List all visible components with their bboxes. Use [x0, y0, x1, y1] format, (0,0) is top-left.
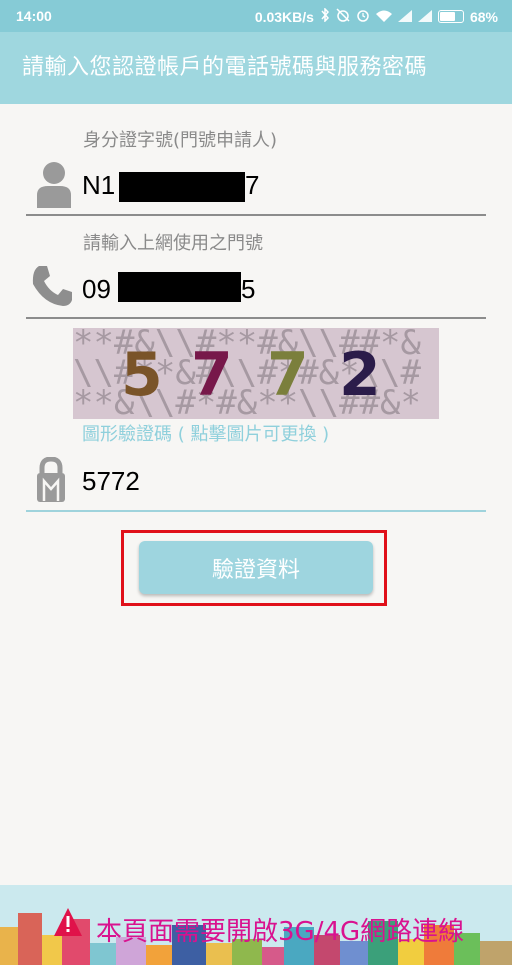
captcha-image[interactable]: **#&\\#**#&\\##*&\\#**&#\\#*#&*\\#**&\\#…: [73, 328, 439, 419]
warning-icon: [53, 907, 83, 941]
network-warning-text: 本頁面需要開啟3G/4G網路連線: [96, 917, 465, 947]
id-value-prefix: N1: [82, 170, 116, 200]
id-field-label: 身分證字號(門號申請人): [83, 130, 278, 151]
verify-button[interactable]: 驗證資料: [139, 541, 373, 594]
building: [480, 941, 512, 965]
battery-icon: [437, 10, 464, 23]
alarm-off-icon: [336, 8, 350, 25]
captcha-digit: 5: [121, 340, 163, 410]
building: [262, 947, 284, 965]
phone-field-label: 請輸入上網使用之門號: [83, 233, 263, 254]
captcha-digit: 2: [339, 340, 381, 410]
bluetooth-icon: [320, 7, 330, 25]
building: [146, 945, 172, 965]
status-icons: 0.03KB/s 68%: [254, 7, 498, 25]
lock-icon: [36, 456, 66, 507]
footer-banner: 本頁面需要開啟3G/4G網路連線: [0, 885, 512, 965]
signal-icon: [397, 9, 412, 25]
status-bar: 14:00 0.03KB/s 68%: [0, 0, 512, 32]
redaction-mask: [118, 272, 241, 302]
captcha-input[interactable]: [82, 464, 462, 498]
building: [18, 913, 42, 965]
phone-field-underline: [26, 317, 486, 319]
page-title: 請輸入您認證帳戶的電話號碼與服務密碼: [22, 55, 428, 80]
redaction-mask: [119, 172, 245, 202]
status-time: 14:00: [16, 8, 52, 24]
alarm-icon: [356, 8, 370, 25]
wifi-icon: [375, 9, 392, 25]
captcha-digit: 7: [191, 340, 233, 410]
header: 請輸入您認證帳戶的電話號碼與服務密碼: [0, 32, 512, 104]
id-value-suffix: 7: [245, 170, 260, 200]
captcha-field-underline: [26, 510, 486, 512]
captcha-hint[interactable]: 圖形驗證碼 ( 點擊圖片可更換 ): [82, 420, 329, 446]
person-icon: [36, 161, 72, 213]
phone-value-suffix: 5: [241, 274, 256, 304]
signal-icon: [417, 9, 432, 25]
phone-value-prefix: 09: [82, 274, 111, 304]
building: [0, 927, 18, 965]
id-field-underline: [26, 214, 486, 216]
network-speed: 0.03KB/s: [254, 8, 314, 25]
captcha-digit: 7: [267, 340, 309, 410]
phone-icon: [30, 264, 74, 312]
battery-level: 68%: [469, 8, 498, 25]
